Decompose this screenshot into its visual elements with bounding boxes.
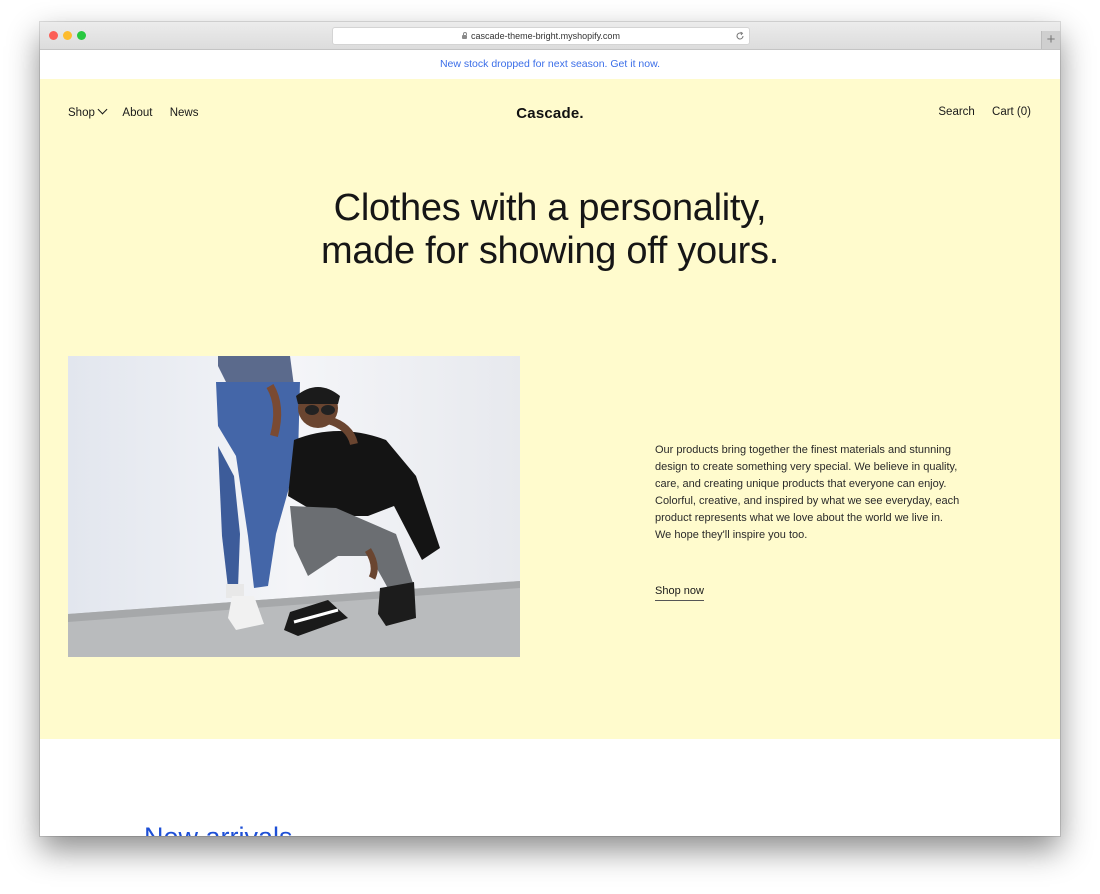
hero-headline-line-2: made for showing off yours. [321,230,779,272]
hero-headline: Clothes with a personality, made for sho… [40,187,1060,273]
hero-description: Our products bring together the finest m… [655,444,960,541]
hero-section: Shop About News Cascade. Search Cart (0)… [40,79,1060,739]
utility-nav: Search Cart (0) [938,106,1031,118]
address-bar[interactable]: cascade-theme-bright.myshopify.com [332,27,750,45]
hero-photo-illustration [68,356,520,657]
new-tab-button[interactable]: + [1041,31,1060,49]
new-arrivals-heading: New arrivals [144,822,293,836]
hero-headline-line-1: Clothes with a personality, [333,187,767,229]
close-window-button[interactable] [49,31,58,40]
hero-photo [68,356,520,657]
minimize-window-button[interactable] [63,31,72,40]
cart-link[interactable]: Cart (0) [992,106,1031,118]
browser-titlebar: cascade-theme-bright.myshopify.com + [40,22,1060,50]
store-logo[interactable]: Cascade. [40,105,1060,122]
zoom-window-button[interactable] [77,31,86,40]
search-link[interactable]: Search [938,106,974,118]
announcement-link[interactable]: New stock dropped for next season. Get i… [440,58,660,70]
lock-icon [462,32,468,39]
address-bar-url: cascade-theme-bright.myshopify.com [471,31,620,41]
announcement-bar[interactable]: New stock dropped for next season. Get i… [40,50,1060,79]
reload-icon[interactable] [735,31,745,41]
shop-now-link[interactable]: Shop now [655,585,704,601]
browser-window: cascade-theme-bright.myshopify.com + New… [40,22,1060,836]
